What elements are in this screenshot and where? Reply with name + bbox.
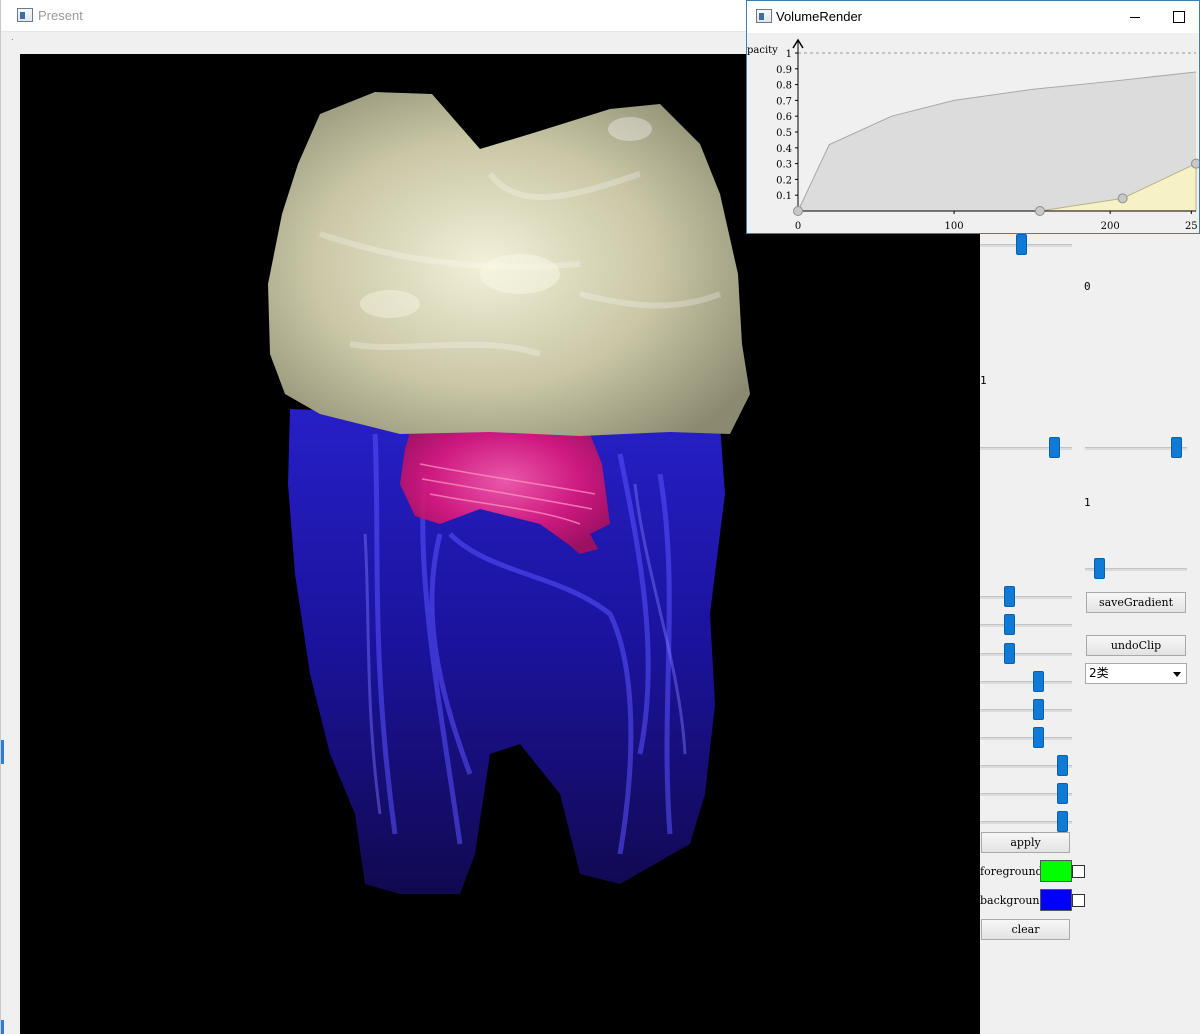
value-label-1-left: 1 <box>980 374 987 387</box>
foreground-label: foreground <box>980 865 1043 878</box>
slider-thumb[interactable] <box>1056 783 1068 804</box>
clear-button[interactable]: clear <box>981 919 1070 940</box>
y-tick-label: 1 <box>786 49 792 60</box>
volume-render-window: VolumeRender pacity 1 0.9 0.8 0.7 0.6 0.5 0.4 0.… <box>746 0 1200 234</box>
foreground-color-swatch[interactable] <box>1040 860 1072 882</box>
left-edge-marker <box>1 740 4 764</box>
value-label-1-right: 1 <box>1084 496 1091 509</box>
window-title: Present <box>38 8 83 23</box>
y-tick-label: 0.9 <box>776 65 792 76</box>
x-tick-label: 25 <box>1185 221 1198 232</box>
foreground-checkbox[interactable] <box>1072 865 1085 878</box>
class-select-value: 2类 <box>1089 666 1109 680</box>
y-tick-label: 0.3 <box>776 160 792 171</box>
slider-thumb[interactable] <box>1033 727 1045 748</box>
slider-track[interactable] <box>980 653 1072 656</box>
slider-thumb[interactable] <box>1016 234 1028 255</box>
save-gradient-button[interactable]: saveGradient <box>1086 592 1186 613</box>
slider-track[interactable] <box>980 596 1072 599</box>
window-title: VolumeRender <box>776 9 862 24</box>
y-tick-label: 0.5 <box>776 128 792 139</box>
slider-thumb[interactable] <box>1004 643 1016 664</box>
apply-button[interactable]: apply <box>981 832 1070 853</box>
background-label: background <box>980 894 1047 907</box>
app-window-icon <box>17 8 33 22</box>
tooth-crown <box>268 92 750 436</box>
left-edge-marker-bottom <box>1 1020 4 1034</box>
app-window-icon <box>756 9 772 23</box>
chevron-down-icon <box>1173 672 1181 677</box>
slider-track[interactable] <box>980 624 1072 627</box>
y-tick-label: 0.8 <box>776 81 792 92</box>
slider-thumb[interactable] <box>1033 699 1045 720</box>
x-tick-label: 0 <box>795 221 801 232</box>
y-tick-label: 0.6 <box>776 112 792 123</box>
value-label-0: 0 <box>1084 280 1091 293</box>
slider-track[interactable] <box>980 737 1072 740</box>
slider-thumb[interactable] <box>1048 437 1060 458</box>
slider-thumb[interactable] <box>1094 558 1106 579</box>
control-point <box>1191 158 1199 169</box>
slider-thumb[interactable] <box>1171 437 1183 458</box>
undo-clip-button[interactable]: undoClip <box>1086 635 1186 656</box>
toolbar-dot: . <box>11 33 14 42</box>
background-checkbox[interactable] <box>1072 894 1085 907</box>
slider-track[interactable] <box>980 709 1072 712</box>
slider-thumb[interactable] <box>1004 614 1016 635</box>
slider-thumb[interactable] <box>1056 755 1068 776</box>
control-point <box>793 206 803 216</box>
control-point <box>1034 206 1045 216</box>
maximize-icon[interactable] <box>1168 7 1188 27</box>
slider-thumb[interactable] <box>1032 671 1044 692</box>
y-tick-label: 0.4 <box>776 144 792 155</box>
y-axis-label: pacity <box>747 45 778 56</box>
y-tick-label: 0.1 <box>776 191 792 202</box>
background-color-swatch[interactable] <box>1040 889 1072 911</box>
y-tick-label: 0.2 <box>776 175 792 186</box>
opacity-area <box>798 71 1196 212</box>
y-tick-label: 0.7 <box>776 96 792 107</box>
slider-track[interactable] <box>980 681 1072 684</box>
control-point <box>1117 193 1128 204</box>
x-tick-label: 100 <box>945 221 964 232</box>
volume-titlebar[interactable]: VolumeRender <box>747 1 1199 33</box>
minimize-icon[interactable] <box>1125 7 1145 27</box>
slider-thumb[interactable] <box>1056 811 1068 832</box>
transfer-function-chart[interactable]: pacity 1 0.9 0.8 0.7 0.6 0.5 0.4 0.3 0.2 0.1 0 100 20… <box>747 33 1199 233</box>
class-select[interactable]: 2类 <box>1085 663 1187 684</box>
x-tick-label: 200 <box>1101 221 1120 232</box>
slider-thumb[interactable] <box>1004 586 1016 607</box>
